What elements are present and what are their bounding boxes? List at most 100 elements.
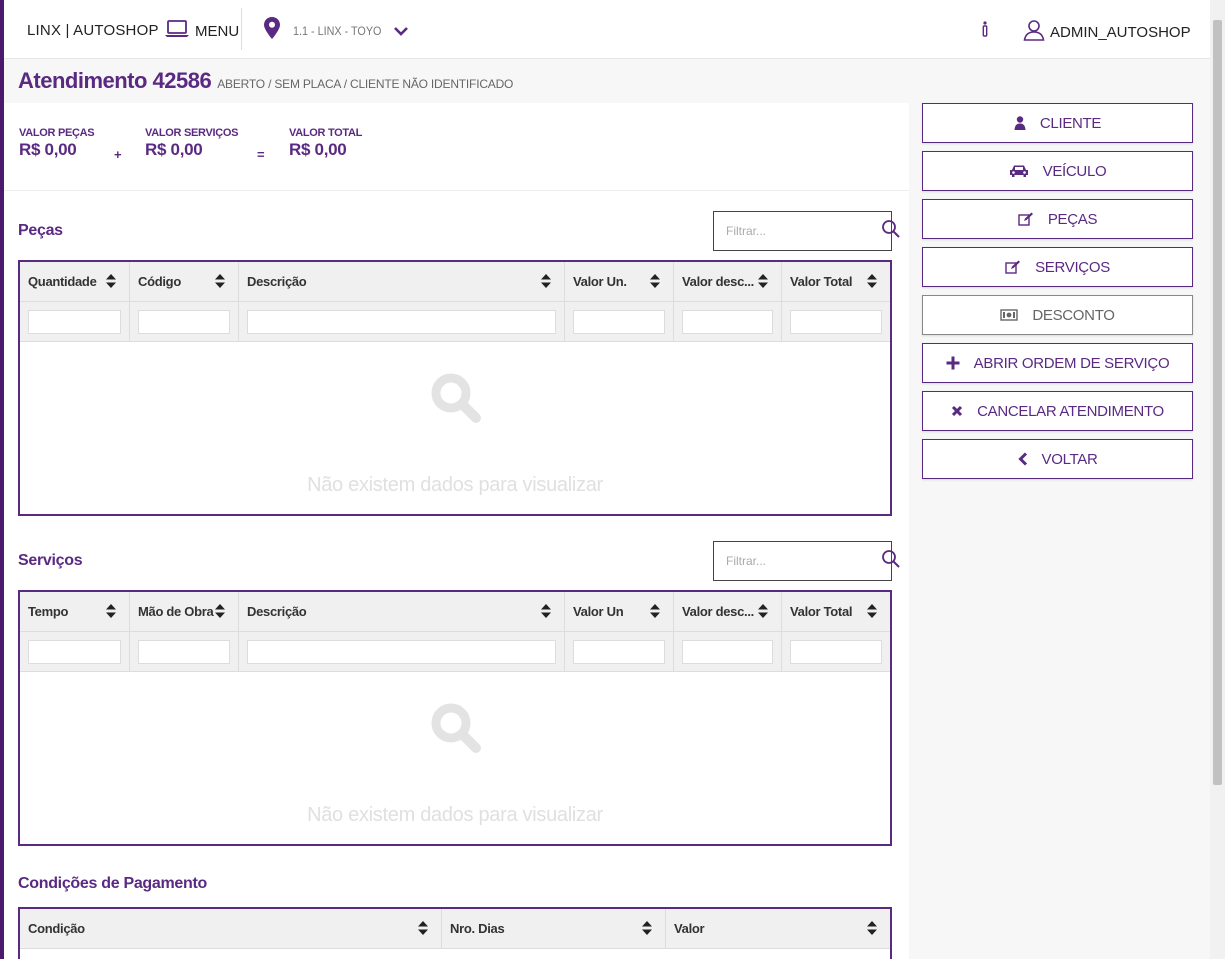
user-icon bbox=[1014, 116, 1026, 130]
map-pin-icon bbox=[264, 17, 280, 44]
column-filter-input[interactable] bbox=[573, 639, 665, 664]
services-filter-input[interactable] bbox=[726, 554, 881, 568]
services-total-value: R$ 0,00 bbox=[145, 140, 203, 159]
column-filter-input[interactable] bbox=[28, 309, 121, 334]
location-selector[interactable]: 1.1 - LINX - TOYO bbox=[264, 17, 409, 44]
table-filter-row bbox=[20, 302, 890, 342]
grand-total-value: R$ 0,00 bbox=[289, 140, 347, 159]
parts-section-title: Peças bbox=[18, 222, 63, 239]
sort-icon[interactable] bbox=[214, 273, 226, 292]
page-header: Atendimento 42586 ABERTO / SEM PLACA / C… bbox=[18, 68, 513, 94]
column-filter-input[interactable] bbox=[247, 309, 556, 334]
parts-filter[interactable] bbox=[713, 211, 900, 251]
empty-state: Não existem dados para visualizar bbox=[20, 672, 890, 844]
sort-icon[interactable] bbox=[866, 920, 878, 939]
voltar-label: VOLTAR bbox=[1041, 450, 1098, 468]
page-subtitle: ABERTO / SEM PLACA / CLIENTE NÃO IDENTIF… bbox=[217, 77, 514, 91]
veiculo-button[interactable]: VEÍCULO bbox=[922, 151, 1193, 191]
column-filter-input[interactable] bbox=[790, 309, 882, 334]
top-navbar: LINX | AUTOSHOP MENU 1.1 - LINX - TOYO A… bbox=[4, 0, 1210, 59]
column-header[interactable]: Mão de Obra bbox=[130, 592, 239, 631]
sort-icon[interactable] bbox=[757, 273, 769, 292]
services-total-label: VALOR SERVIÇOS bbox=[145, 127, 239, 139]
column-filter-input[interactable] bbox=[28, 639, 121, 664]
parts-table: Quantidade Código Descrição Valor Un. Va… bbox=[18, 260, 892, 516]
sort-icon[interactable] bbox=[866, 603, 878, 622]
plus-sign: + bbox=[114, 147, 122, 162]
desconto-button[interactable]: DESCONTO bbox=[922, 295, 1193, 335]
pecas-label: PEÇAS bbox=[1047, 210, 1098, 228]
cancelar-button[interactable]: CANCELAR ATENDIMENTO bbox=[922, 391, 1193, 431]
location-text: 1.1 - LINX - TOYO bbox=[293, 23, 382, 38]
equals-sign: = bbox=[257, 147, 265, 162]
search-icon[interactable] bbox=[881, 549, 901, 574]
edit-icon bbox=[1018, 212, 1034, 226]
empty-state: Não existem dados para visualizar bbox=[20, 342, 890, 514]
brand-logo[interactable]: LINX | AUTOSHOP bbox=[27, 22, 159, 39]
table-filter-row bbox=[20, 632, 890, 672]
sort-icon[interactable] bbox=[757, 603, 769, 622]
cliente-button[interactable]: CLIENTE bbox=[922, 103, 1193, 143]
search-icon[interactable] bbox=[881, 219, 901, 244]
column-header[interactable]: Valor Total bbox=[782, 262, 890, 301]
sort-icon[interactable] bbox=[540, 273, 552, 292]
column-header[interactable]: Descrição bbox=[239, 262, 565, 301]
magnifier-icon bbox=[430, 702, 482, 759]
column-header[interactable]: Valor Un. bbox=[565, 262, 674, 301]
column-filter-input[interactable] bbox=[682, 309, 773, 334]
servicos-label: SERVIÇOS bbox=[1035, 258, 1110, 276]
column-filter-input[interactable] bbox=[573, 309, 665, 334]
user-menu[interactable]: ADMIN_AUTOSHOP bbox=[1023, 19, 1191, 46]
column-header[interactable]: Tempo bbox=[20, 592, 130, 631]
servicos-button[interactable]: SERVIÇOS bbox=[922, 247, 1193, 287]
column-header[interactable]: Quantidade bbox=[20, 262, 130, 301]
column-header[interactable]: Nro. Dias bbox=[442, 909, 666, 948]
column-filter-input[interactable] bbox=[138, 309, 230, 334]
sort-icon[interactable] bbox=[641, 920, 653, 939]
sort-icon[interactable] bbox=[105, 603, 117, 622]
menu-button[interactable]: MENU bbox=[164, 18, 239, 44]
empty-message: Não existem dados para visualizar bbox=[307, 804, 603, 826]
scrollbar-thumb[interactable] bbox=[1213, 20, 1222, 785]
column-header[interactable]: Código bbox=[130, 262, 239, 301]
sort-icon[interactable] bbox=[649, 603, 661, 622]
column-header[interactable]: Descrição bbox=[239, 592, 565, 631]
page-scrollbar[interactable] bbox=[1210, 0, 1225, 959]
empty-message: Não existem dados para visualizar bbox=[307, 474, 603, 496]
sort-icon[interactable] bbox=[105, 273, 117, 292]
abrir-os-button[interactable]: ABRIR ORDEM DE SERVIÇO bbox=[922, 343, 1193, 383]
table-header: Condição Nro. Dias Valor bbox=[20, 909, 890, 949]
column-header[interactable]: Valor Total bbox=[782, 592, 890, 631]
column-filter-input[interactable] bbox=[682, 639, 773, 664]
money-icon bbox=[1000, 309, 1019, 321]
column-filter-input[interactable] bbox=[247, 639, 556, 664]
page-title: Atendimento 42586 bbox=[18, 68, 212, 93]
column-header[interactable]: Valor desc... bbox=[674, 262, 782, 301]
sort-icon[interactable] bbox=[214, 603, 226, 622]
user-name: ADMIN_AUTOSHOP bbox=[1050, 24, 1191, 41]
services-total: VALOR SERVIÇOS R$ 0,00 bbox=[145, 127, 239, 160]
column-header[interactable]: Condição bbox=[20, 909, 442, 948]
parts-total-label: VALOR PEÇAS bbox=[19, 127, 95, 139]
sort-icon[interactable] bbox=[540, 603, 552, 622]
veiculo-label: VEÍCULO bbox=[1042, 162, 1107, 180]
column-header[interactable]: Valor desc... bbox=[674, 592, 782, 631]
cancelar-label: CANCELAR ATENDIMENTO bbox=[977, 402, 1164, 420]
sort-icon[interactable] bbox=[866, 273, 878, 292]
sort-icon[interactable] bbox=[417, 920, 429, 939]
grand-total: VALOR TOTAL R$ 0,00 bbox=[289, 127, 362, 160]
column-header[interactable]: Valor bbox=[666, 909, 890, 948]
parts-filter-input[interactable] bbox=[726, 224, 881, 238]
edit-icon bbox=[1005, 260, 1021, 274]
column-header[interactable]: Valor Un bbox=[565, 592, 674, 631]
voltar-button[interactable]: VOLTAR bbox=[922, 439, 1193, 479]
pecas-button[interactable]: PEÇAS bbox=[922, 199, 1193, 239]
payment-section-title: Condições de Pagamento bbox=[18, 875, 207, 892]
info-icon[interactable] bbox=[980, 20, 990, 43]
parts-total-value: R$ 0,00 bbox=[19, 140, 77, 159]
totals-panel bbox=[4, 103, 909, 191]
column-filter-input[interactable] bbox=[790, 639, 882, 664]
sort-icon[interactable] bbox=[649, 273, 661, 292]
column-filter-input[interactable] bbox=[138, 639, 230, 664]
services-filter[interactable] bbox=[713, 541, 900, 581]
